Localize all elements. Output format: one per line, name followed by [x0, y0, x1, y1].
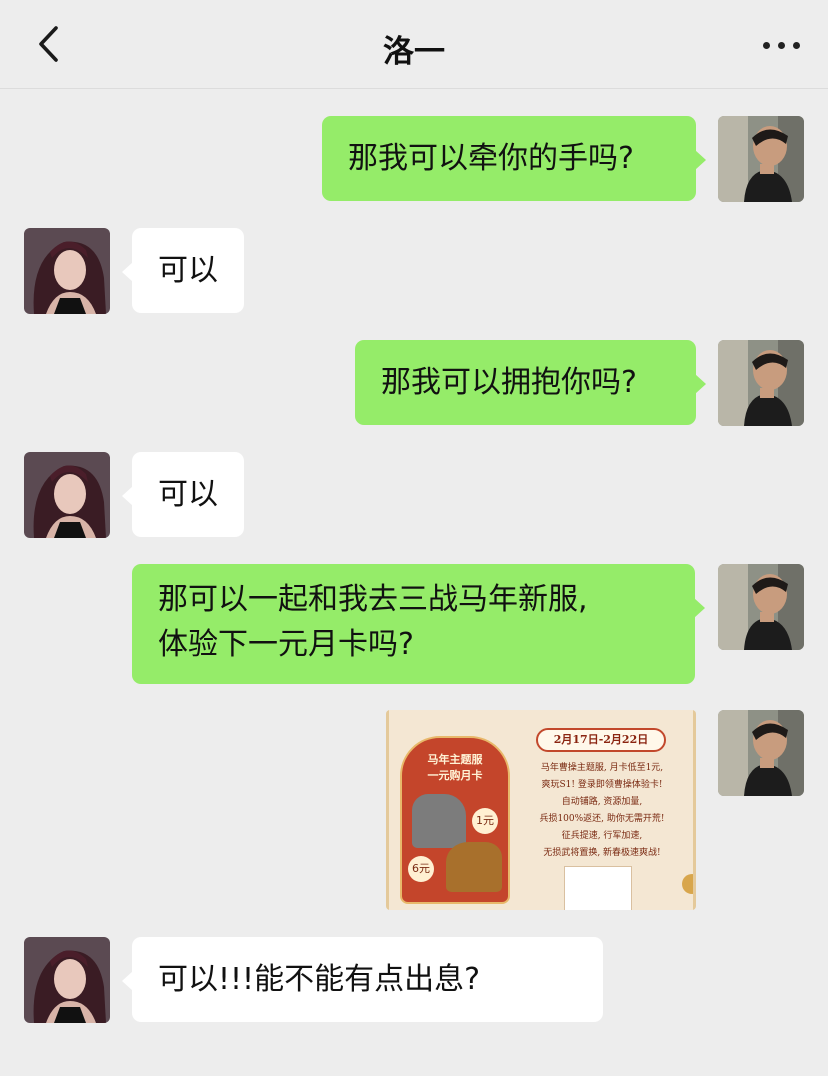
- chat-header: 洛一: [0, 0, 828, 89]
- avatar-me[interactable]: [718, 116, 804, 202]
- avatar-me[interactable]: [718, 710, 804, 796]
- avatar-her[interactable]: [24, 228, 110, 314]
- message-bubble[interactable]: 可以!!!能不能有点出息?: [122, 937, 603, 1022]
- message-bubble[interactable]: 可以: [122, 452, 244, 537]
- message-bubble[interactable]: 那我可以牵你的手吗?: [322, 116, 706, 201]
- avatar-me[interactable]: [718, 564, 804, 650]
- message-text: 可以: [158, 253, 218, 288]
- avatar-me[interactable]: [718, 340, 804, 426]
- avatar-her[interactable]: [24, 452, 110, 538]
- message-text: 可以: [158, 477, 218, 512]
- message-text: 可以!!!能不能有点出息?: [158, 962, 481, 997]
- image-message[interactable]: 马年主题服 一元购月卡 1元 6元 2月17日-2月22日 马年曹操主题服, 月…: [386, 710, 696, 910]
- message-text-line: 体验下一元月卡吗?: [158, 627, 414, 662]
- message-bubble[interactable]: 那可以一起和我去三战马年新服, 体验下一元月卡吗?: [132, 564, 705, 684]
- message-text: 那我可以牵你的手吗?: [348, 141, 634, 176]
- message-bubble[interactable]: 可以: [122, 228, 244, 313]
- ad-frame: [386, 710, 696, 910]
- message-text-line: 那可以一起和我去三战马年新服,: [158, 582, 588, 617]
- message-bubble[interactable]: 那我可以拥抱你吗?: [355, 340, 706, 425]
- more-dots-icon: [763, 42, 770, 49]
- chat-title: 洛一: [383, 34, 445, 70]
- more-button[interactable]: [760, 24, 804, 64]
- message-text: 那我可以拥抱你吗?: [381, 365, 637, 400]
- avatar-her[interactable]: [24, 937, 110, 1023]
